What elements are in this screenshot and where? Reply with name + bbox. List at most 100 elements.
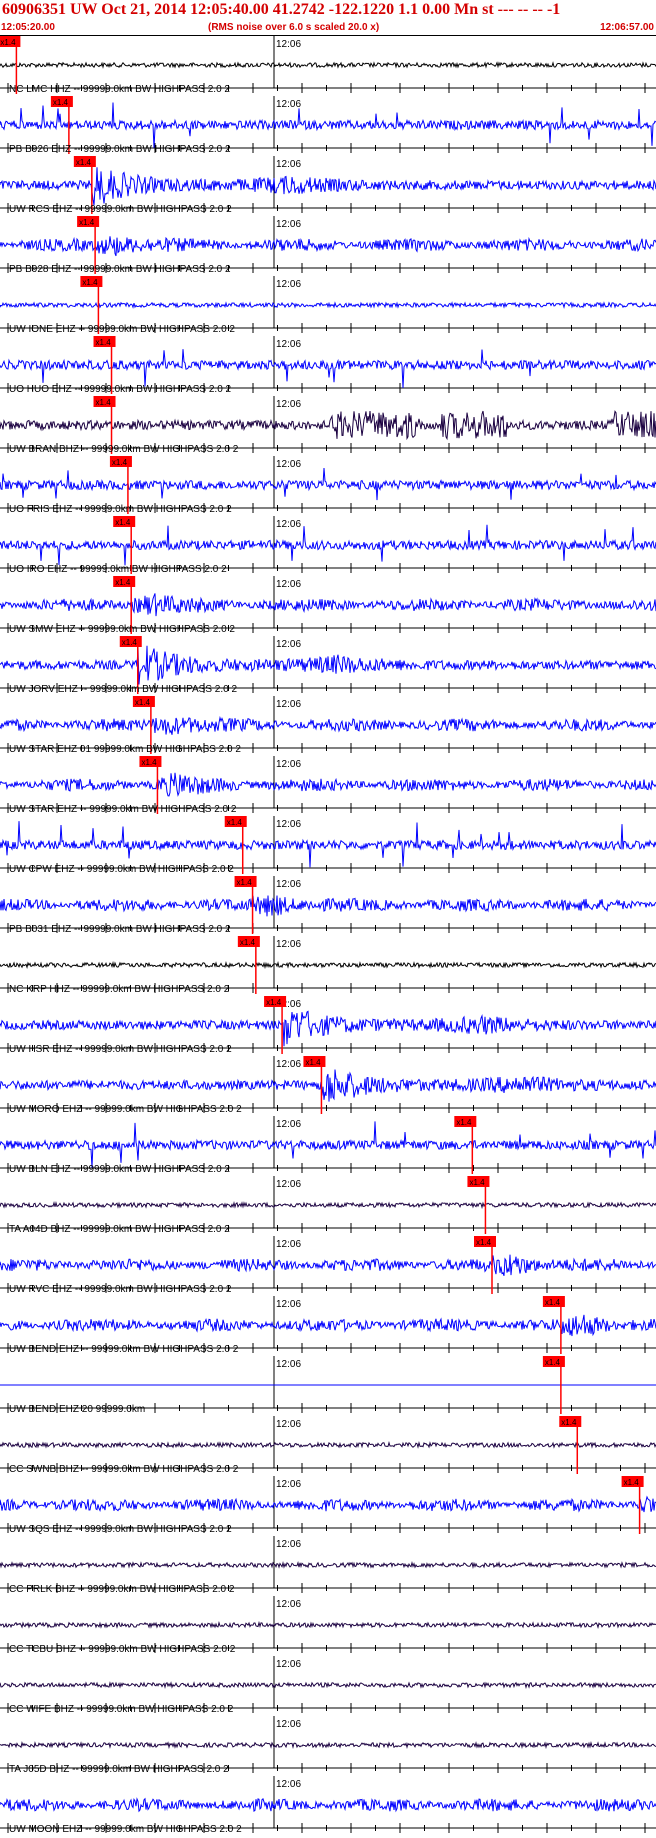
- trace-row: 12:06 x1.4 UW STAR EHZ 01 99999.0km BW HIG…: [0, 696, 656, 755]
- waveform: [0, 467, 656, 501]
- trace-row: 12:06 x1.4 UW CPW EHZ -- 99999.0km BW HIGH…: [0, 816, 656, 875]
- minute-mark-label: 12:06: [276, 1119, 301, 1130]
- minute-mark-label: 12:06: [276, 1599, 301, 1610]
- pick-flag-label: x1.4: [240, 938, 256, 947]
- station-label: UW STAR EHZ -- 99999.0km BW HIGHPASS 2.0…: [9, 804, 237, 815]
- pick-flag-label: x1.4: [96, 338, 112, 347]
- trace-row: 12:06 x1.4 UW BEND EHZ -- 99999.0km BW HIG…: [0, 1296, 656, 1355]
- station-label: UW CPW EHZ -- 99999.0km BW HIGHPASS 2.0 …: [9, 864, 234, 875]
- event-title: 60906351 UW Oct 21, 2014 12:05:40.00 41.…: [2, 1, 561, 18]
- waveform: [0, 61, 656, 69]
- waveform: [0, 1681, 656, 1689]
- pick-flag-label: x1.4: [79, 218, 95, 227]
- station-label: UW SQS EHZ -- 99999.0km BW HIGHPASS 2.0 …: [9, 1524, 232, 1535]
- minute-mark-label: 12:06: [276, 639, 301, 650]
- trace-row: 12:06 x1.4 UW MORO EHZ -- 99999.0km BW HIG…: [0, 1056, 656, 1115]
- waveform: [0, 1741, 656, 1750]
- trace-row: 12:06 x1.4 UW SMW EHZ -- 99999.0km BW HIGH…: [0, 576, 656, 635]
- waveform: [0, 1254, 656, 1277]
- waveform: [0, 1314, 656, 1337]
- trace-row: 12:06 x1.4 CC SWNB BHZ -- 99999.0km BW HIG…: [0, 1416, 656, 1475]
- station-label: UW BEND EHZ -- 99999.0km BW HIGHPASS 2.0…: [9, 1344, 239, 1355]
- station-label: CC WIFE BHZ -- 99999.0km BW HIGHPASS 2.0…: [9, 1704, 234, 1715]
- pick-flag-label: x1.4: [53, 98, 69, 107]
- minute-mark-label: 12:06: [276, 1359, 301, 1370]
- waveform: [0, 1441, 656, 1449]
- waveform: [0, 410, 656, 441]
- station-label: CC TCBU BHZ -- 99999.0km BW HIGHPASS 2.0…: [9, 1644, 236, 1655]
- station-label: UW JORV EHZ -- 99999.0km BW HIGHPASS 2.0…: [9, 684, 237, 695]
- waveform: [0, 1561, 656, 1569]
- station-label: UW MORO EHZ -- 99999.0km BW HIGHPASS 2.0…: [9, 1104, 242, 1115]
- waveform: [0, 1010, 656, 1047]
- minute-mark-label: 12:06: [276, 879, 301, 890]
- pick-flag-label: x1.4: [112, 458, 128, 467]
- minute-mark-label: 12:06: [276, 99, 301, 110]
- waveform: [0, 524, 656, 566]
- trace-row: 12:06 x1.4 UW RCS EHZ -- 99999.0km BW HIGH…: [0, 156, 656, 215]
- pick-flag-label: x1.4: [305, 1058, 321, 1067]
- station-label: CC SWNB BHZ -- 99999.0km BW HIGHPASS 2.0…: [9, 1464, 239, 1475]
- minute-mark-label: 12:06: [276, 1779, 301, 1790]
- trace-row: 12:06 UW MOON EHZ -- 99999.0km BW HIGHPAS…: [0, 1776, 656, 1835]
- station-label: UO FRIS EHZ -- 99999.0km BW HIGHPASS 2.0…: [9, 504, 232, 515]
- trace-row: 12:06 x1.4 UW STAR EHZ -- 99999.0km BW HIG…: [0, 756, 656, 815]
- waveform: [0, 1201, 656, 1210]
- pick-flag-label: x1.4: [141, 758, 157, 767]
- pick-flag-label: x1.4: [624, 1478, 640, 1487]
- scale-note: (RMS noise over 6.0 s scaled 20.0 x): [208, 22, 380, 33]
- trace-row: 12:06 x1.4 PB B928 EHZ -- 99999.0km BW HIG…: [0, 216, 656, 275]
- station-label: UW RCS EHZ -- 99999.0km BW HIGHPASS 2.0 …: [9, 204, 232, 215]
- minute-mark-label: 12:06: [276, 399, 301, 410]
- pick-flag-label: x1.4: [76, 158, 92, 167]
- minute-mark-label: 12:06: [276, 159, 301, 170]
- station-label: UO HUO EHZ -- 99999.0km BW HIGHPASS 2.0 …: [9, 384, 232, 395]
- minute-mark-label: 12:06: [276, 1179, 301, 1190]
- minute-mark-label: 12:06: [276, 1659, 301, 1670]
- station-label: UW MOON EHZ -- 99999.0km BW HIGHPASS 2.0…: [9, 1824, 242, 1835]
- waveform: [0, 1797, 656, 1813]
- minute-mark-label: 12:06: [276, 39, 301, 50]
- minute-mark-label: 12:06: [276, 939, 301, 950]
- pick-flag-label: x1.4: [135, 698, 151, 707]
- pick-flag-label: x1.4: [545, 1298, 561, 1307]
- pick-flag-label: x1.4: [469, 1178, 485, 1187]
- minute-mark-label: 12:06: [276, 1059, 301, 1070]
- station-label: UW BEND EHZ 20 99999.0km: [9, 1404, 145, 1415]
- station-label: CC PRLK BHZ -- 99999.0km BW HIGHPASS 2.0…: [9, 1584, 235, 1595]
- pick-flag-label: x1.4: [96, 398, 112, 407]
- trace-list: 12:06 x1.4 NC LMC HHZ -- 99999.0km BW HIGH…: [0, 36, 656, 1835]
- waveform: [0, 645, 656, 685]
- waveform: [0, 102, 656, 148]
- pick-flag-label: x1.4: [476, 1238, 492, 1247]
- minute-mark-label: 12:06: [276, 279, 301, 290]
- waveform: [0, 1121, 656, 1168]
- minute-mark-label: 12:06: [276, 219, 301, 230]
- trace-row: 12:06 CC PRLK BHZ -- 99999.0km BW HIGHPAS…: [0, 1536, 656, 1595]
- waveform: [0, 715, 656, 735]
- minute-mark-label: 12:06: [276, 1419, 301, 1430]
- pick-flag-label: x1.4: [82, 278, 98, 287]
- trace-row: 12:06 x1.4 UO HUO EHZ -- 99999.0km BW HIGH…: [0, 336, 656, 395]
- station-label: NC LMC HHZ -- 99999.0km BW HIGHPASS 2.0 …: [9, 84, 230, 95]
- waveform: [0, 1620, 656, 1629]
- trace-row: 12:06 x1.4 UW BRAN BHZ -- 99999.0km BW HIG…: [0, 396, 656, 455]
- trace-row: 12:06 x1.4 PB B031 EHZ -- 99999.0km BW HIG…: [0, 876, 656, 935]
- station-label: UO IRO EHZ -- 99999.0km BW HIGHPASS 2.0 …: [9, 564, 227, 575]
- station-label: UW RVC EHZ -- 99999.0km BW HIGHPASS 2.0 …: [9, 1284, 232, 1295]
- minute-mark-label: 12:06: [276, 699, 301, 710]
- start-time: 12:05:20.00: [1, 22, 55, 33]
- minute-mark-label: 12:06: [276, 1479, 301, 1490]
- waveform: [0, 167, 656, 206]
- minute-mark-label: 12:06: [276, 1539, 301, 1550]
- station-label: TA J05D BHZ -- 99999.0km BW HIGHPASS 2.0…: [9, 1764, 229, 1775]
- minute-mark-label: 12:06: [276, 519, 301, 530]
- waveform: [0, 772, 656, 797]
- minute-mark-label: 12:06: [276, 1239, 301, 1250]
- pick-flag-label: x1.4: [115, 578, 131, 587]
- station-label: TA A04D BHZ -- 99999.0km BW HIGHPASS 2.0…: [9, 1224, 230, 1235]
- waveform: [0, 349, 656, 389]
- station-label: UW IONE EHZ -- 99999.0km BW HIGHPASS 2.0…: [9, 324, 235, 335]
- trace-row: 12:06 x1.4 UW RVC EHZ -- 99999.0km BW HIGH…: [0, 1236, 656, 1295]
- minute-mark-label: 12:06: [276, 459, 301, 470]
